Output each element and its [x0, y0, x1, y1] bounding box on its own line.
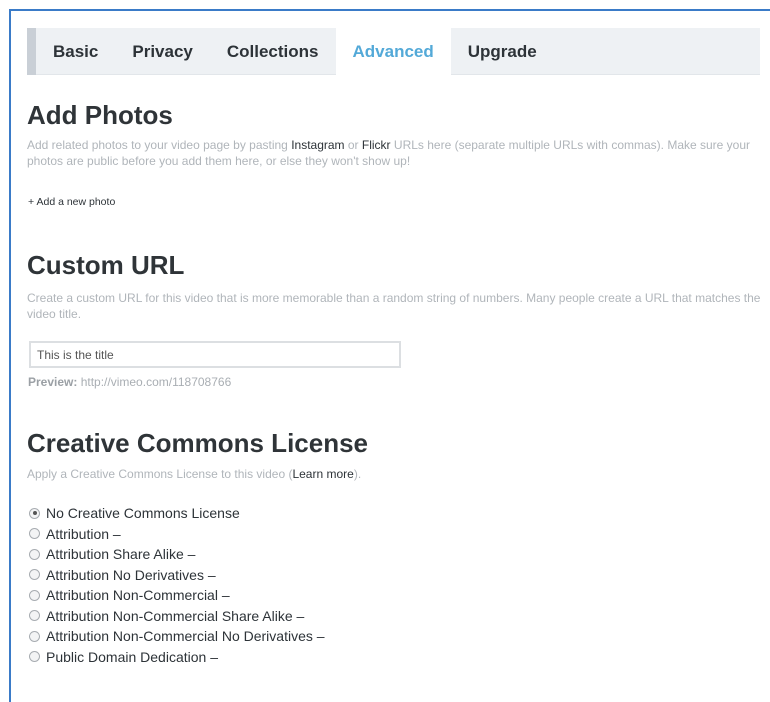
add-photos-desc-text: Add related photos to your video page by…: [27, 138, 292, 152]
cc-license-radio-group: No Creative Commons License Attribution …: [29, 503, 325, 667]
cc-desc-text: Apply a Creative Commons License to this…: [27, 467, 293, 481]
license-option-label: Attribution No Derivatives –: [46, 566, 216, 583]
license-option-label: Attribution –: [46, 525, 121, 542]
custom-url-heading: Custom URL: [27, 250, 185, 280]
license-option-label: Attribution Non-Commercial Share Alike –: [46, 607, 305, 624]
license-option-attribution[interactable]: Attribution –: [29, 524, 325, 545]
radio-button[interactable]: [29, 507, 40, 519]
radio-button[interactable]: [29, 610, 40, 622]
license-option-none[interactable]: No Creative Commons License: [29, 503, 325, 524]
license-option-label: Attribution Share Alike –: [46, 546, 196, 563]
license-option-label: Attribution Non-Commercial No Derivative…: [46, 628, 325, 645]
tab-privacy[interactable]: Privacy: [115, 28, 210, 75]
license-option-nc-no-derivatives[interactable]: Attribution Non-Commercial No Derivative…: [29, 626, 325, 647]
flickr-link[interactable]: Flickr: [362, 138, 391, 152]
preview-label: Preview:: [28, 375, 78, 389]
license-option-label: No Creative Commons License: [46, 505, 240, 522]
license-option-public-domain[interactable]: Public Domain Dedication –: [29, 647, 325, 668]
radio-button[interactable]: [29, 589, 40, 601]
settings-tab-bar: Basic Privacy Collections Advanced Upgra…: [27, 27, 760, 75]
tab-advanced[interactable]: Advanced: [335, 27, 451, 75]
radio-button[interactable]: [29, 569, 40, 581]
license-option-nc-share-alike[interactable]: Attribution Non-Commercial Share Alike –: [29, 606, 325, 627]
license-option-attribution-non-commercial[interactable]: Attribution Non-Commercial –: [29, 585, 325, 606]
tab-basic[interactable]: Basic: [36, 28, 115, 75]
cc-desc-text-2: ).: [353, 467, 362, 481]
url-preview: Preview: http://vimeo.com/118708766: [28, 375, 231, 389]
radio-button[interactable]: [29, 630, 40, 642]
license-option-label: Attribution Non-Commercial –: [46, 587, 230, 604]
license-option-label: Public Domain Dedication –: [46, 648, 218, 665]
radio-button[interactable]: [29, 528, 40, 540]
add-photos-heading: Add Photos: [27, 100, 173, 130]
tab-upgrade[interactable]: Upgrade: [451, 28, 554, 75]
cc-license-description: Apply a Creative Commons License to this…: [27, 466, 762, 482]
instagram-link[interactable]: Instagram: [291, 138, 344, 152]
radio-button[interactable]: [29, 651, 40, 663]
custom-url-input[interactable]: [29, 341, 401, 368]
license-option-attribution-share-alike[interactable]: Attribution Share Alike –: [29, 544, 325, 565]
license-option-attribution-no-derivatives[interactable]: Attribution No Derivatives –: [29, 565, 325, 586]
custom-url-description: Create a custom URL for this video that …: [27, 291, 761, 321]
learn-more-link[interactable]: Learn more: [292, 467, 353, 481]
add-photos-description: Add related photos to your video page by…: [27, 137, 762, 169]
tab-collections[interactable]: Collections: [210, 28, 336, 75]
add-new-photo-link[interactable]: + Add a new photo: [28, 196, 115, 208]
add-photos-desc-or: or: [344, 138, 362, 152]
preview-url: http://vimeo.com/118708766: [80, 375, 232, 389]
radio-button[interactable]: [29, 548, 40, 560]
cc-license-heading: Creative Commons License: [27, 428, 369, 458]
